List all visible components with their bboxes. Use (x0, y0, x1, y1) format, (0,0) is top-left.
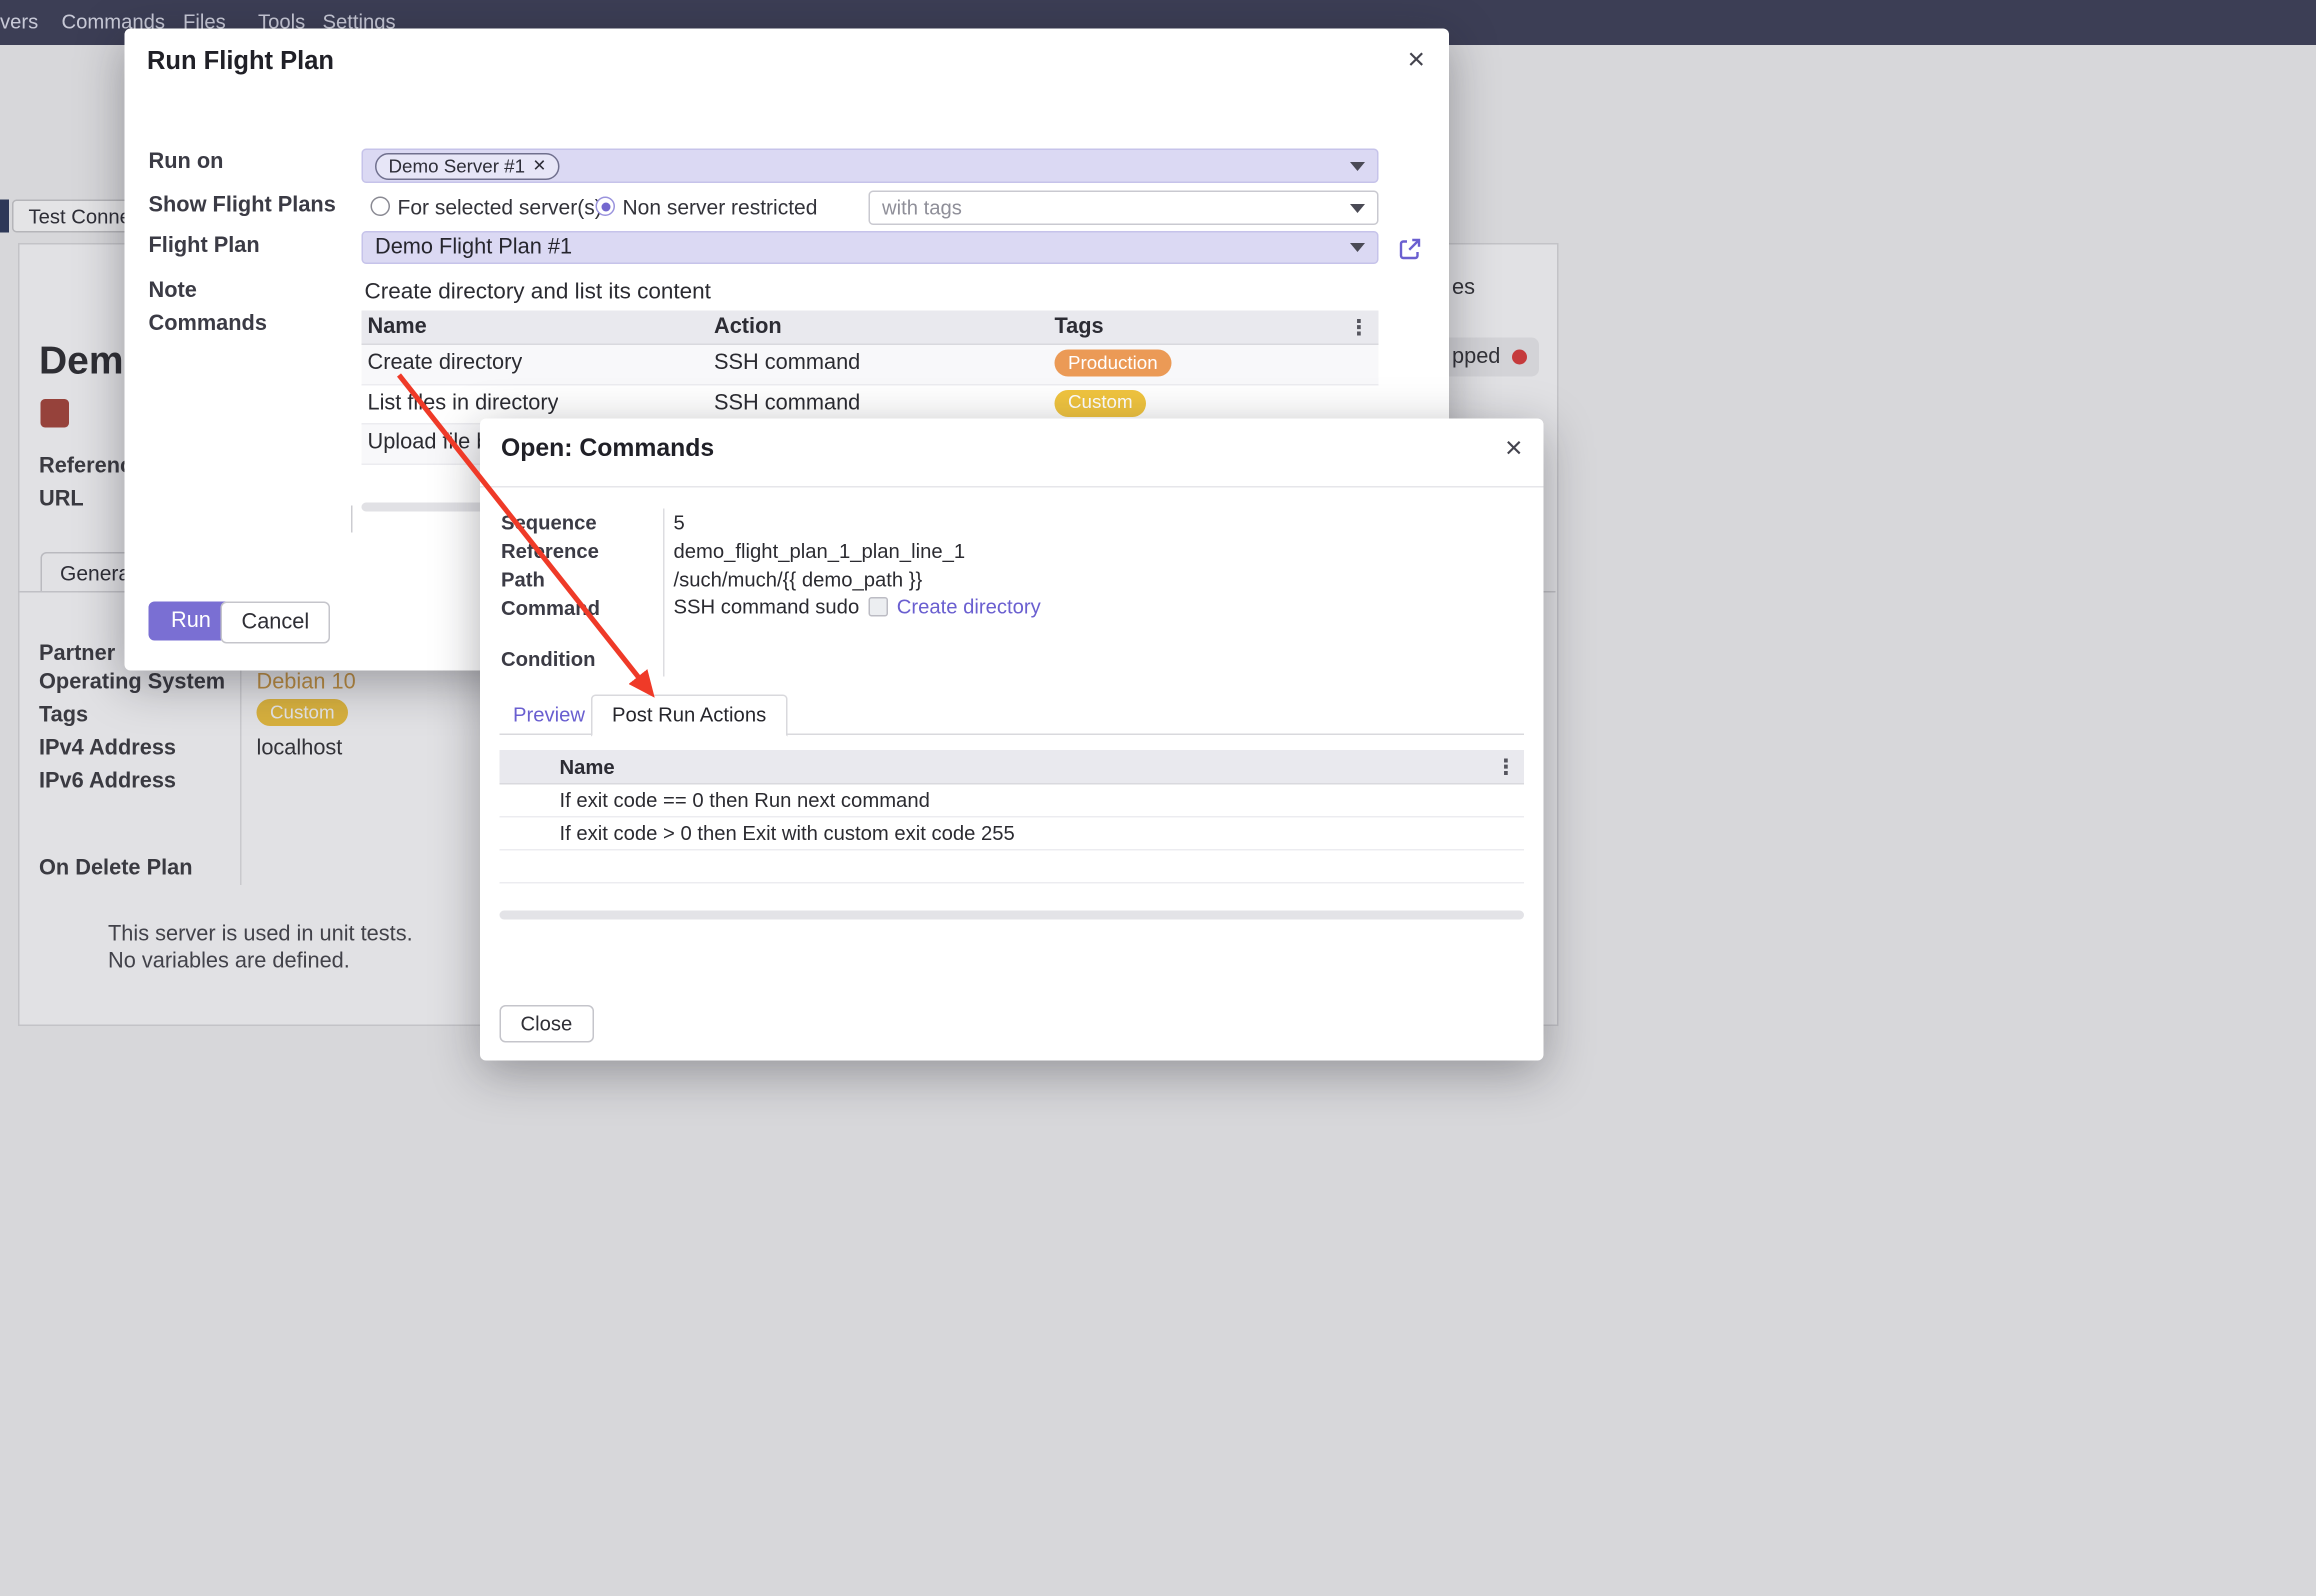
table-row[interactable]: If exit code == 0 then Run next command (500, 785, 1525, 818)
commands-label: Commands (149, 312, 267, 336)
table-row[interactable]: Create directory SSH command Production (362, 345, 1379, 385)
modal-title: Run Flight Plan (147, 47, 334, 77)
tab-post-run-actions[interactable]: Post Run Actions (591, 695, 787, 737)
cell-name: List files in directory (368, 391, 559, 415)
cell-action: SSH command (714, 351, 860, 375)
show-flight-plans-label: Show Flight Plans (149, 194, 336, 218)
field-divider (351, 506, 353, 533)
sequence-label: Sequence (501, 512, 597, 535)
table-row-empty (500, 851, 1525, 884)
application-window: vers Commands Files Tools Settings Test … (0, 0, 2316, 1596)
horizontal-scrollbar[interactable] (500, 911, 1525, 920)
tab-preview[interactable]: Preview (513, 704, 585, 727)
path-value: /such/much/{{ demo_path }} (674, 569, 923, 592)
commands-table-header: Name Action Tags ⋮ (362, 311, 1379, 346)
cell-action: SSH command (714, 391, 860, 415)
header-divider (480, 486, 1544, 488)
modal-title: Open: Commands (501, 435, 714, 464)
reference-value: demo_flight_plan_1_plan_line_1 (674, 540, 966, 563)
column-name[interactable]: Name (368, 315, 427, 339)
post-run-actions-table: Name ⋮ If exit code == 0 then Run next c… (500, 750, 1525, 884)
cell-action-name: If exit code == 0 then Run next command (560, 789, 930, 812)
command-value-row: SSH command sudo Create directory (674, 596, 1041, 619)
cancel-button[interactable]: Cancel (221, 602, 331, 644)
open-commands-modal: Open: Commands × Sequence Reference Path… (480, 419, 1544, 1061)
dropdown-caret-icon (1350, 243, 1365, 252)
table-row[interactable]: If exit code > 0 then Exit with custom e… (500, 818, 1525, 851)
reference-label: Reference (501, 540, 599, 563)
server-tag-label: Demo Server #1 (389, 155, 526, 176)
radio-non-server-restricted-label[interactable]: Non server restricted (623, 195, 818, 219)
close-button[interactable]: Close (500, 1005, 594, 1043)
column-name[interactable]: Name (560, 756, 615, 779)
flight-plan-select[interactable]: Demo Flight Plan #1 (362, 231, 1379, 264)
sudo-checkbox[interactable] (868, 597, 888, 617)
server-tag-chip[interactable]: Demo Server #1 ✕ (375, 152, 560, 179)
command-label: Command (501, 597, 600, 620)
with-tags-select[interactable]: with tags (869, 191, 1379, 226)
dropdown-caret-icon (1350, 203, 1365, 212)
path-label: Path (501, 569, 545, 592)
tag-custom-badge: Custom (1055, 389, 1147, 416)
flight-plan-label: Flight Plan (149, 234, 260, 258)
column-action[interactable]: Action (714, 315, 782, 339)
post-run-table-header: Name ⋮ (500, 750, 1525, 785)
command-value: SSH command sudo (674, 596, 860, 619)
column-tags[interactable]: Tags (1055, 315, 1104, 339)
cell-action-name: If exit code > 0 then Exit with custom e… (560, 822, 1015, 845)
flight-plan-note-text: Create directory and list its content (365, 279, 711, 305)
label-value-divider (663, 509, 665, 677)
close-icon[interactable]: × (1505, 434, 1523, 464)
note-label: Note (149, 279, 197, 303)
table-options-icon[interactable]: ⋮ (1496, 756, 1517, 777)
tag-production-badge: Production (1055, 350, 1172, 377)
create-directory-link[interactable]: Create directory (897, 596, 1041, 619)
sequence-value: 5 (674, 512, 685, 535)
remove-tag-icon[interactable]: ✕ (533, 156, 547, 176)
dropdown-caret-icon (1350, 161, 1365, 170)
external-link-icon[interactable] (1398, 237, 1422, 261)
run-on-label: Run on (149, 150, 224, 174)
run-on-field[interactable]: Demo Server #1 ✕ (362, 149, 1379, 184)
close-icon[interactable]: × (1407, 45, 1425, 75)
flight-plan-value: Demo Flight Plan #1 (375, 236, 572, 260)
with-tags-placeholder: with tags (882, 197, 962, 220)
cell-name: Create directory (368, 351, 523, 375)
table-options-icon[interactable]: ⋮ (1349, 317, 1370, 338)
radio-selected-servers[interactable] (371, 197, 391, 217)
radio-non-server-restricted[interactable] (596, 197, 616, 217)
radio-selected-servers-label[interactable]: For selected server(s) (398, 195, 602, 219)
condition-label: Condition (501, 648, 595, 671)
